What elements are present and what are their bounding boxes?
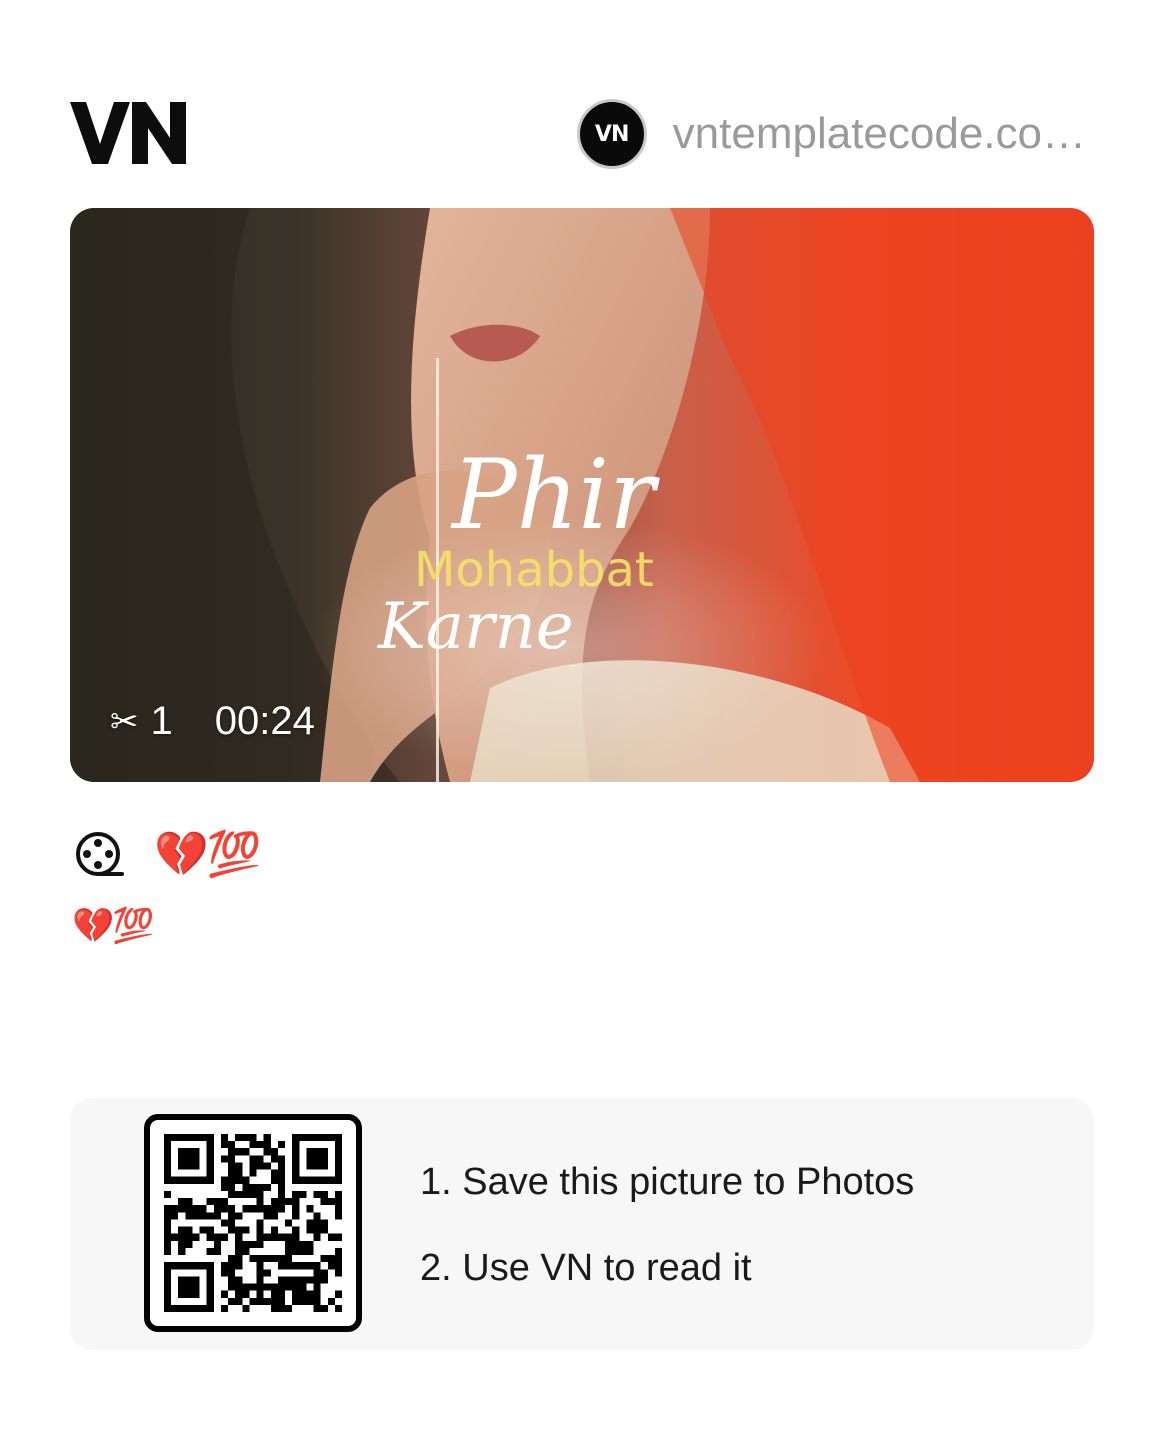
author-avatar-text: VN [594,121,629,147]
qr-step-2: 2. Use VN to read it [420,1247,752,1289]
qr-code-pattern [164,1134,342,1312]
template-title-row: 💔💯 [74,826,262,882]
template-description: 💔💯 [72,906,155,946]
preview-meta: ✂ 1 00:24 [110,699,315,744]
template-preview[interactable]: Phir Mohabbat Karne ✂ 1 00:24 [70,208,1094,782]
qr-instructions: 1. Save this picture to Photos 2. Use VN… [420,1160,914,1290]
author-link[interactable]: VN vntemplatecode.co… [576,98,1086,170]
author-avatar[interactable]: VN [576,99,647,169]
scissors-icon: ✂ [110,702,139,741]
clip-count: 1 [150,699,173,743]
author-name[interactable]: vntemplatecode.co… [673,109,1086,159]
header: VN VN vntemplatecode.co… [70,96,1094,172]
film-reel-icon [76,832,124,876]
qr-code [144,1114,362,1332]
qr-card: 1. Save this picture to Photos 2. Use VN… [70,1098,1094,1350]
duration: 00:24 [214,699,315,743]
preview-artwork: Phir Mohabbat Karne [70,208,1094,782]
qr-step-1: 1. Save this picture to Photos [420,1161,915,1203]
template-title: 💔💯 [154,829,262,880]
vn-logo: VN [70,102,186,164]
svg-text:Karne: Karne [377,590,574,664]
svg-text:Phir: Phir [450,439,660,551]
